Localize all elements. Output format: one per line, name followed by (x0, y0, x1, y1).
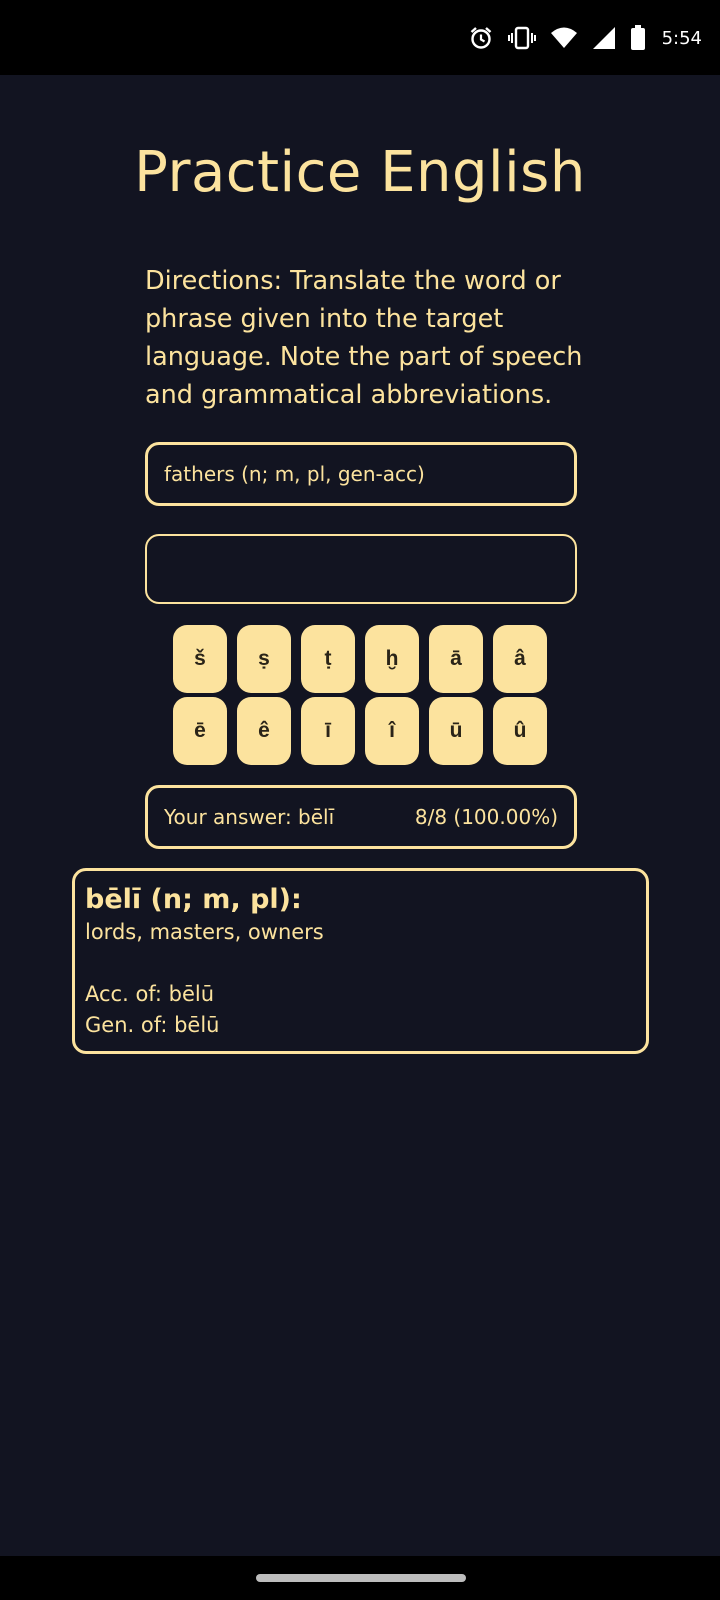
signal-icon (592, 26, 616, 50)
special-keys-row-1: š ṣ ṭ ḫ ā â (0, 625, 720, 693)
key-i-circumflex[interactable]: î (365, 697, 419, 765)
wifi-icon (550, 26, 578, 50)
key-s-dot-below[interactable]: ṣ (237, 625, 291, 693)
answer-input[interactable] (145, 534, 577, 604)
dictionary-spacer (85, 948, 636, 979)
key-u-circumflex[interactable]: û (493, 697, 547, 765)
key-a-circumflex[interactable]: â (493, 625, 547, 693)
key-e-circumflex[interactable]: ê (237, 697, 291, 765)
battery-icon (630, 25, 646, 51)
clock: 5:54 (661, 27, 702, 49)
key-i-macron[interactable]: ī (301, 697, 355, 765)
special-keys-row-2: ē ê ī î ū û (0, 697, 720, 765)
dictionary-entry: bēlī (n; m, pl): lords, masters, owners … (72, 868, 649, 1054)
key-s-caron[interactable]: š (173, 625, 227, 693)
dictionary-definition: lords, masters, owners (85, 920, 324, 944)
key-t-dot-below[interactable]: ṭ (301, 625, 355, 693)
result-box: Your answer: bēlī 8/8 (100.00%) (145, 785, 577, 849)
dictionary-form: Gen. of: bēlū (85, 1013, 220, 1037)
directions-text: Directions: Translate the word or phrase… (145, 266, 583, 410)
key-e-macron[interactable]: ē (173, 697, 227, 765)
page-title: Practice English (134, 140, 586, 205)
key-h-breve-below[interactable]: ḫ (365, 625, 419, 693)
alarm-icon (468, 25, 494, 51)
status-bar: 5:54 (0, 0, 720, 75)
home-gesture-handle[interactable] (256, 1574, 466, 1582)
your-answer-text: Your answer: bēlī (164, 805, 335, 829)
score-text: 8/8 (100.00%) (414, 805, 558, 829)
prompt-text: fathers (n; m, pl, gen-acc) (164, 462, 425, 486)
dictionary-headword: bēlī (n; m, pl): (85, 884, 302, 915)
status-icons: 5:54 (468, 24, 702, 52)
key-u-macron[interactable]: ū (429, 697, 483, 765)
key-a-macron[interactable]: ā (429, 625, 483, 693)
dictionary-form: Acc. of: bēlū (85, 982, 215, 1006)
navigation-bar (0, 1556, 720, 1600)
vibrate-icon (507, 26, 536, 50)
prompt-box: fathers (n; m, pl, gen-acc) (145, 442, 577, 506)
